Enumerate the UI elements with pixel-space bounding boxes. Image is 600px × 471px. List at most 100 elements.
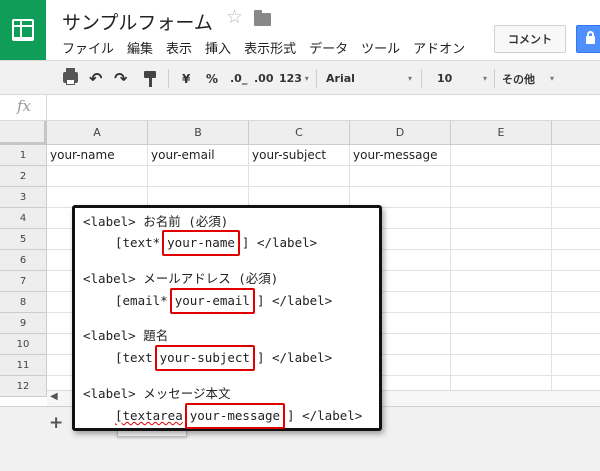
undo-icon[interactable]: ↶ xyxy=(89,61,102,96)
select-all-corner[interactable] xyxy=(0,121,47,145)
grid-cell[interactable] xyxy=(148,166,249,187)
menu-view[interactable]: 表示 xyxy=(166,38,192,57)
code-tag-prefix: [text xyxy=(115,350,153,365)
grid-cell[interactable] xyxy=(552,292,600,313)
grid-cell[interactable] xyxy=(451,229,552,250)
row-header[interactable]: 4 xyxy=(0,208,47,229)
column-header-b[interactable]: B xyxy=(148,121,249,145)
column-header-f[interactable] xyxy=(552,121,600,145)
code-tag-suffix: ] </label> xyxy=(287,408,363,423)
column-header-a[interactable]: A xyxy=(47,121,148,145)
grid-cell[interactable] xyxy=(451,355,552,376)
row-header[interactable]: 5 xyxy=(0,229,47,250)
grid-cell[interactable] xyxy=(552,355,600,376)
code-tag-line: [text your-subject] </label> xyxy=(115,345,332,371)
menu-data[interactable]: データ xyxy=(309,38,348,57)
menu-file[interactable]: ファイル xyxy=(62,38,114,57)
add-sheet-button[interactable]: + xyxy=(49,413,63,433)
code-label-line: <label> 題名 xyxy=(83,328,169,343)
toolbar-divider xyxy=(494,69,495,88)
currency-format-button[interactable]: ¥ xyxy=(182,61,190,96)
folder-icon[interactable] xyxy=(254,10,271,26)
row-header[interactable]: 8 xyxy=(0,292,47,313)
caret-down-icon: ▾ xyxy=(549,74,554,83)
grid-cell[interactable] xyxy=(552,208,600,229)
grid-cell[interactable]: your-name xyxy=(47,145,148,166)
menu-format[interactable]: 表示形式 xyxy=(244,38,296,57)
lock-icon xyxy=(586,31,595,44)
share-button[interactable] xyxy=(576,25,600,53)
row-header[interactable]: 3 xyxy=(0,187,47,208)
grid-cell[interactable] xyxy=(350,166,451,187)
grid-cell[interactable] xyxy=(552,145,600,166)
grid-cell[interactable] xyxy=(451,250,552,271)
grid-cell[interactable] xyxy=(552,187,600,208)
menu-insert[interactable]: 挿入 xyxy=(205,38,231,57)
grid-cell[interactable] xyxy=(552,250,600,271)
decrease-decimal-button[interactable]: .0_ xyxy=(230,61,247,96)
paint-format-icon[interactable] xyxy=(144,71,156,87)
code-tag-prefix: [text* xyxy=(115,235,161,250)
toolbar: ↶ ↷ ¥ % .0_ .00 123 ▾ Arial ▾ 10 ▾ その他 ▾ xyxy=(0,60,600,95)
document-title[interactable]: サンプルフォーム xyxy=(62,8,213,35)
redo-icon[interactable]: ↷ xyxy=(114,61,127,96)
grid-cell[interactable] xyxy=(47,166,148,187)
row-header[interactable]: 9 xyxy=(0,313,47,334)
grid-cell[interactable] xyxy=(451,292,552,313)
column-header-e[interactable]: E xyxy=(451,121,552,145)
row-header[interactable]: 2 xyxy=(0,166,47,187)
code-tag-prefix: [textarea xyxy=(115,408,183,423)
row-header[interactable]: 11 xyxy=(0,355,47,376)
grid-cell[interactable] xyxy=(451,145,552,166)
grid-cell[interactable] xyxy=(552,166,600,187)
row-header[interactable]: 10 xyxy=(0,334,47,355)
grid-cell[interactable]: your-message xyxy=(350,145,451,166)
highlighted-field-name: your-email xyxy=(169,288,255,314)
increase-decimal-button[interactable]: .00 xyxy=(254,61,274,96)
menu-addons[interactable]: アドオン xyxy=(413,38,465,57)
grid-cell[interactable] xyxy=(552,229,600,250)
menu-tools[interactable]: ツール xyxy=(361,38,400,57)
fx-icon: fx xyxy=(17,97,32,115)
menu-edit[interactable]: 編集 xyxy=(127,38,153,57)
grid-cell[interactable] xyxy=(451,334,552,355)
column-header-c[interactable]: C xyxy=(249,121,350,145)
toolbar-divider xyxy=(316,69,317,88)
font-size-dropdown[interactable]: 10 ▾ xyxy=(437,61,487,96)
formula-input[interactable] xyxy=(52,95,592,120)
grid-cell[interactable] xyxy=(552,334,600,355)
grid-cell[interactable] xyxy=(451,166,552,187)
print-icon[interactable] xyxy=(63,68,78,85)
caret-down-icon: ▾ xyxy=(301,74,309,83)
code-label-line: <label> メールアドレス (必須) xyxy=(83,271,279,286)
highlighted-field-name: your-name xyxy=(162,230,240,256)
app-header: サンプルフォーム ☆ ファイル 編集 表示 挿入 表示形式 データ ツール アド… xyxy=(0,0,600,60)
grid-cell[interactable] xyxy=(451,271,552,292)
grid-cell[interactable] xyxy=(552,313,600,334)
comment-button[interactable]: コメント xyxy=(494,25,566,53)
grid-cell[interactable] xyxy=(451,187,552,208)
more-formats-button[interactable]: 123 ▾ xyxy=(279,61,309,96)
grid-cell[interactable]: your-subject xyxy=(249,145,350,166)
formula-divider xyxy=(46,95,47,121)
more-dropdown[interactable]: その他 ▾ xyxy=(502,61,554,96)
grid-cell[interactable] xyxy=(249,166,350,187)
font-size-value: 10 xyxy=(437,72,453,85)
grid-cell[interactable]: your-email xyxy=(148,145,249,166)
row-header[interactable]: 7 xyxy=(0,271,47,292)
row-header[interactable]: 12 xyxy=(0,376,47,397)
sheets-app-icon[interactable] xyxy=(0,0,46,60)
row-header[interactable]: 6 xyxy=(0,250,47,271)
scroll-left-icon[interactable]: ◀ xyxy=(50,391,58,402)
font-family-dropdown[interactable]: Arial ▾ xyxy=(326,61,412,96)
column-header-d[interactable]: D xyxy=(350,121,451,145)
grid-cell[interactable] xyxy=(451,208,552,229)
grid-cell[interactable] xyxy=(552,271,600,292)
more-formats-label: 123 xyxy=(279,72,302,85)
percent-format-button[interactable]: % xyxy=(206,61,218,96)
row-header[interactable]: 1 xyxy=(0,145,47,166)
code-label-line: <label> お名前 (必須) xyxy=(83,214,229,229)
star-icon[interactable]: ☆ xyxy=(226,8,243,27)
grid-cell[interactable] xyxy=(451,313,552,334)
font-family-value: Arial xyxy=(326,72,355,85)
